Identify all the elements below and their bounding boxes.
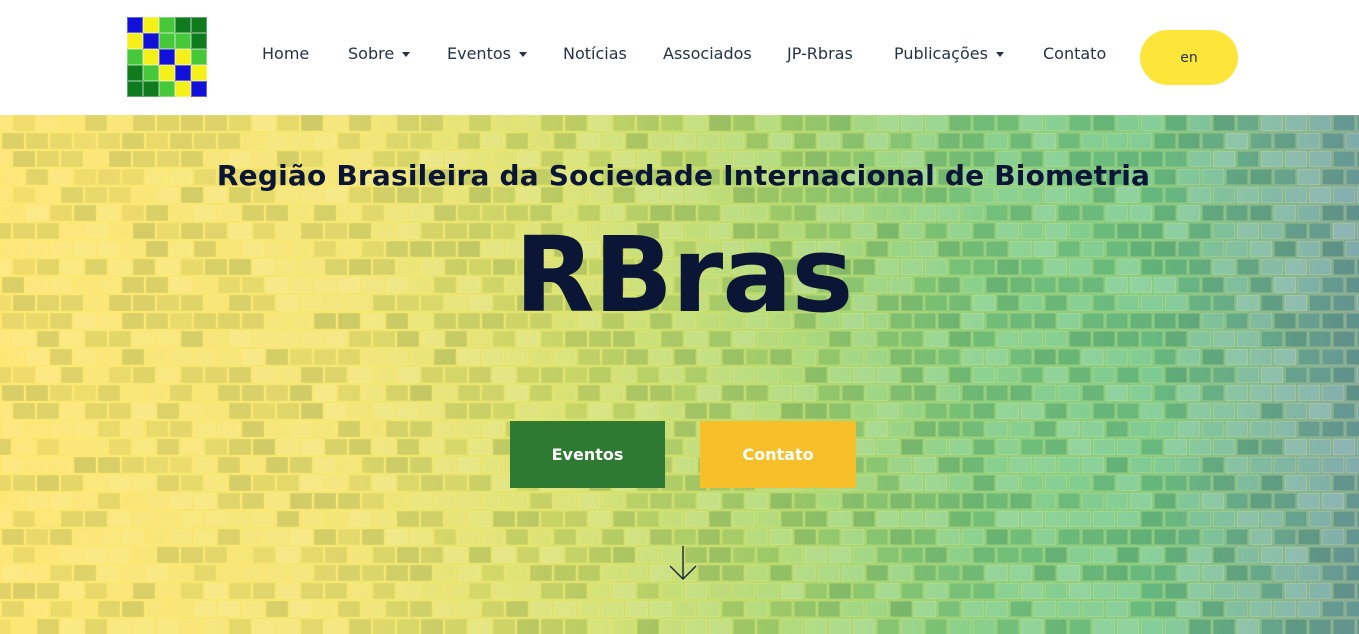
logo-cell [127, 49, 143, 65]
logo-cell [191, 33, 207, 49]
nav-item-label: Eventos [447, 44, 511, 63]
nav-item-home[interactable]: Home [262, 44, 309, 63]
chevron-down-icon [518, 52, 527, 57]
nav-item-label: JP-Rbras [787, 44, 853, 63]
chevron-down-icon [402, 52, 411, 57]
logo-cell [127, 81, 143, 97]
logo-cell [143, 81, 159, 97]
logo-cell [191, 65, 207, 81]
nav-item-label: Associados [663, 44, 752, 63]
nav-item-sobre[interactable]: Sobre [348, 44, 411, 63]
nav-item-jp-rbras[interactable]: JP-Rbras [787, 44, 853, 63]
logo-cell [191, 81, 207, 97]
logo-cell [159, 49, 175, 65]
chevron-down-icon [995, 52, 1004, 57]
rbras-logo[interactable] [127, 17, 207, 97]
language-label: en [1180, 49, 1198, 66]
logo-cell [143, 33, 159, 49]
nav-item-eventos[interactable]: Eventos [447, 44, 527, 63]
logo-cell [127, 17, 143, 33]
logo-cell [175, 49, 191, 65]
logo-cell [143, 49, 159, 65]
logo-cell [127, 65, 143, 81]
nav-item-publicacoes[interactable]: Publicações [894, 44, 1004, 63]
logo-cell [191, 49, 207, 65]
logo-cell [143, 17, 159, 33]
hero-subtitle: Região Brasileira da Sociedade Internaci… [216, 159, 1151, 192]
logo-cell [175, 33, 191, 49]
logo-cell [175, 81, 191, 97]
nav-item-contato[interactable]: Contato [1043, 44, 1106, 63]
logo-cell [127, 33, 143, 49]
nav-item-label: Sobre [348, 44, 395, 63]
logo-cell [159, 33, 175, 49]
logo-cell [175, 65, 191, 81]
events-button-label: Eventos [551, 445, 624, 464]
events-button[interactable]: Eventos [510, 421, 665, 488]
logo-cell [175, 17, 191, 33]
logo-cell [159, 81, 175, 97]
contact-button[interactable]: Contato [700, 421, 856, 488]
nav-item-label: Notícias [563, 44, 627, 63]
logo-cell [159, 65, 175, 81]
hero-section: Região Brasileira da Sociedade Internaci… [0, 115, 1359, 634]
language-button[interactable]: en [1140, 30, 1238, 85]
nav-item-label: Publicações [894, 44, 988, 63]
logo-cell [191, 17, 207, 33]
logo-cell [143, 65, 159, 81]
logo-cell [159, 17, 175, 33]
site-header: Home Sobre Eventos Notícias Associados J… [0, 0, 1359, 115]
nav-item-label: Home [262, 44, 310, 63]
nav-item-noticias[interactable]: Notícias [563, 44, 627, 63]
arrow-down-icon[interactable] [668, 545, 698, 581]
hero-title: RBras [514, 214, 854, 336]
nav-item-label: Contato [1043, 44, 1107, 63]
nav-item-associados[interactable]: Associados [663, 44, 752, 63]
contact-button-label: Contato [742, 445, 814, 464]
